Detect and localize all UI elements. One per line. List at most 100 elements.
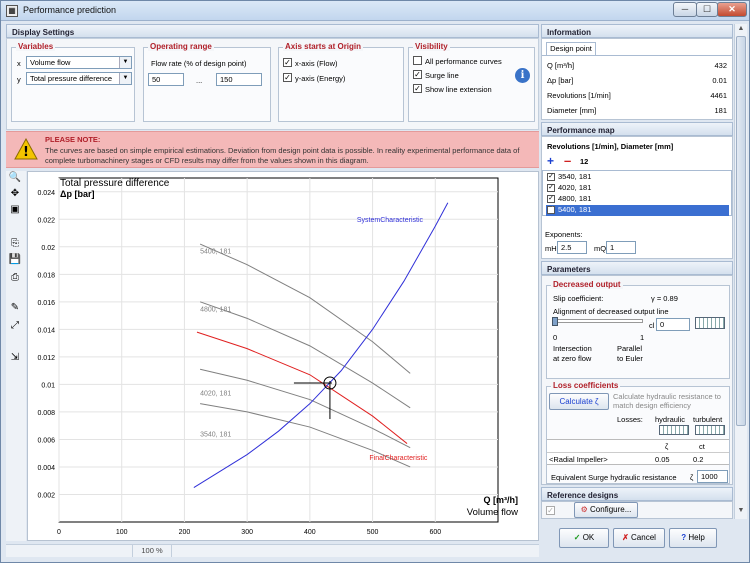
chevron-down-icon: ▼ (119, 57, 131, 68)
pan-icon[interactable]: ✥ (8, 187, 22, 201)
alignment-label: Alignment of decreased output line (553, 307, 669, 316)
slip-label: Slip coefficient: (553, 294, 604, 303)
y-axis-label: y-axis (Energy) (295, 74, 346, 83)
x-variable-select[interactable]: Volume flow ▼ (26, 56, 132, 69)
y-variable-value: Total pressure difference (30, 74, 112, 83)
mh-input[interactable]: 2.5 (557, 241, 587, 254)
mh-label: mH (545, 244, 557, 253)
sort-icon[interactable]: 12 (580, 157, 588, 166)
cancel-button[interactable]: ✗ Cancel (613, 528, 665, 548)
decreased-output-title: Decreased output (551, 280, 623, 289)
surge-line-checkbox[interactable]: ✓ (413, 70, 422, 79)
performance-list-item[interactable]: ✓ 5400, 181 (546, 205, 729, 216)
slip-value: γ = 0.89 (651, 294, 678, 303)
x-ticks: 0 100 200 300 400 500 600 (57, 529, 441, 536)
x-axis-checkbox[interactable]: ✓ (283, 58, 292, 67)
mq-input[interactable]: 1 (606, 241, 636, 254)
reference-checkbox[interactable]: ✓ (546, 506, 555, 515)
minimize-button[interactable]: ─ (673, 2, 697, 17)
series-label: SystemCharacteristic (357, 217, 424, 224)
variables-group: Variables x Volume flow ▼ y Total pressur… (11, 42, 135, 122)
show-extension-checkbox[interactable]: ✓ (413, 84, 422, 93)
copy-icon[interactable]: ⎘ (8, 237, 22, 251)
slider-handle[interactable] (552, 317, 558, 326)
add-icon[interactable]: + (547, 154, 554, 168)
calculate-note: Calculate hydraulic resistance to match … (613, 392, 721, 410)
performance-list-item[interactable]: ✓ 4020, 181 (546, 183, 729, 194)
y-tick-label: 0.014 (37, 327, 55, 334)
item-checkbox[interactable]: ✓ (547, 184, 555, 192)
close-button[interactable]: ✕ (717, 2, 747, 17)
parameters-header: Parameters (541, 261, 733, 275)
flow-to-input[interactable]: 150 (216, 73, 262, 86)
y-axis-title: Total pressure difference (60, 178, 170, 189)
cl-input[interactable]: 0 (656, 318, 690, 331)
fit-icon[interactable]: ▣ (8, 203, 22, 217)
item-checkbox[interactable]: ✓ (547, 206, 555, 214)
y-tick-label: 0.002 (37, 492, 55, 499)
performance-list-item[interactable]: ✓ 3540, 181 (546, 172, 729, 183)
maximize-button[interactable]: ☐ (696, 2, 718, 17)
grid-icon[interactable] (695, 317, 725, 329)
performance-map-subtitle: Revolutions [1/min], Diameter [mm] (547, 142, 674, 151)
app-icon: ▦ (6, 5, 18, 17)
export-icon[interactable]: ⇲ (8, 351, 22, 365)
zoom-icon[interactable]: 🔍 (8, 171, 22, 185)
y-axis-unit: Δp [bar] (60, 189, 94, 199)
scroll-thumb[interactable] (736, 36, 746, 426)
loss-coefficients-group: Loss coefficients Calculate ζ Calculate … (546, 381, 730, 484)
info-label: Δp [bar] (547, 76, 574, 85)
pencil-icon[interactable]: ✎ (8, 301, 22, 315)
flow-from-input[interactable]: 50 (148, 73, 184, 86)
y-tick-label: 0.024 (37, 190, 55, 197)
information-header: Information (541, 24, 733, 38)
y-axis-checkbox[interactable]: ✓ (283, 73, 292, 82)
axis-origin-group: Axis starts at Origin ✓ x-axis (Flow) ✓ … (278, 42, 404, 122)
impeller-turbulent[interactable]: 0.2 (693, 455, 703, 464)
surge-resistance-input[interactable]: 1000 (697, 470, 728, 483)
info-value: 0.01 (712, 76, 727, 85)
operating-range-group: Operating range Flow rate (% of design p… (143, 42, 271, 122)
zeta-header: ζ (665, 442, 669, 451)
help-icon: ? (681, 533, 687, 542)
chevron-down-icon: ▼ (119, 73, 131, 84)
configure-button[interactable]: ⚙ Configure... (574, 502, 638, 518)
impeller-hydraulic[interactable]: 0.05 (655, 455, 670, 464)
performance-chart[interactable]: 0.002 0.004 0.006 0.008 0.01 0.012 0.014 0.016 0… (27, 171, 539, 541)
save-icon[interactable]: 💾 (8, 253, 22, 267)
print-icon[interactable]: ⎙ (8, 271, 22, 285)
hydraulic-grid-icon[interactable] (659, 425, 689, 435)
right-scrollbar[interactable]: ▲ ▼ (734, 24, 747, 519)
tab-design-point[interactable]: Design point (546, 42, 596, 55)
item-checkbox[interactable]: ✓ (547, 173, 555, 181)
cancel-icon: ✗ (622, 533, 629, 542)
svg-text:!: ! (23, 145, 29, 160)
performance-list: ✓ 3540, 181 ✓ 4020, 181 ✓ 4800, 181 ✓ 5400, 181 (542, 170, 732, 216)
scroll-down-icon[interactable]: ▼ (736, 507, 746, 517)
item-label: 4020, 181 (558, 183, 592, 192)
impeller-row-label: <Radial Impeller> (549, 455, 608, 464)
parameters-panel: Decreased output Slip coefficient: γ = 0… (541, 275, 733, 485)
item-label: 4800, 181 (558, 194, 592, 203)
all-curves-checkbox[interactable] (413, 56, 422, 65)
turbulent-grid-icon[interactable] (695, 425, 725, 435)
note-banner: ! PLEASE NOTE: The curves are based on s… (6, 131, 539, 168)
ok-button[interactable]: ✓ OK (559, 528, 609, 548)
y-variable-select[interactable]: Total pressure difference ▼ (26, 72, 132, 85)
chart-toolbar: 🔍 ✥ ▣ ⎘ 💾 ⎙ ✎ ⤢ ⇲ (6, 171, 26, 541)
remove-icon[interactable]: – (564, 153, 571, 168)
info-icon[interactable]: i (515, 68, 530, 83)
range-separator: ... (196, 76, 203, 85)
performance-map-header: Performance map (541, 122, 733, 136)
hydraulic-label: hydraulic (655, 415, 686, 424)
calculate-zeta-button[interactable]: Calculate ζ (549, 393, 609, 410)
line-icon[interactable]: ⤢ (8, 319, 22, 333)
scroll-up-icon[interactable]: ▲ (736, 25, 746, 35)
x-axis-label: x-axis (Flow) (295, 59, 338, 68)
x-tick-label: 600 (429, 529, 441, 536)
help-button[interactable]: ? Help (669, 528, 717, 548)
warning-icon: ! (14, 138, 38, 160)
alignment-slider[interactable] (553, 319, 643, 323)
item-checkbox[interactable]: ✓ (547, 195, 555, 203)
performance-list-item[interactable]: ✓ 4800, 181 (546, 194, 729, 205)
